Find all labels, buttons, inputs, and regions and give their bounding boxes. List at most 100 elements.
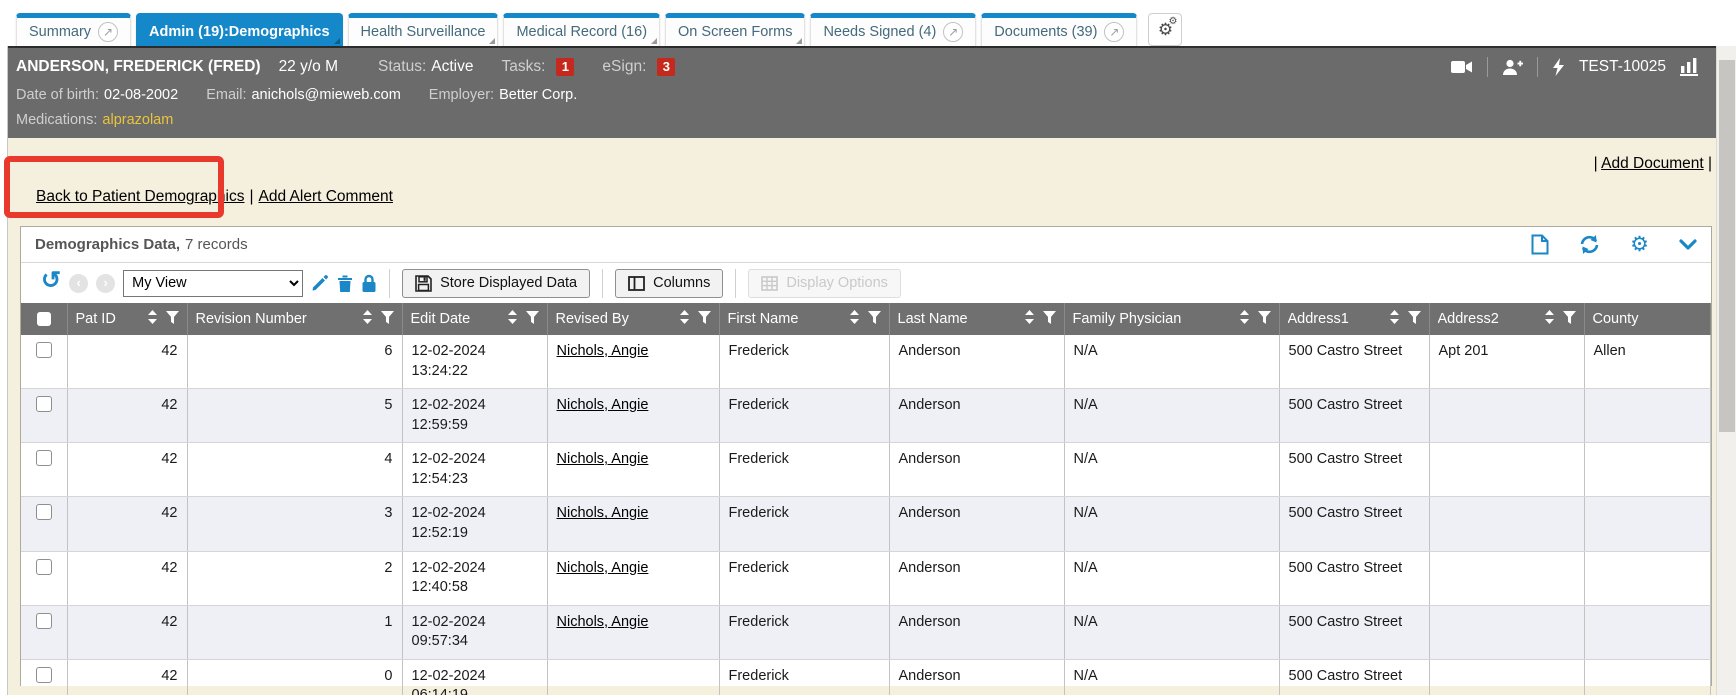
sort-icon[interactable] bbox=[1025, 310, 1034, 328]
lightning-bolt-icon bbox=[1552, 58, 1565, 76]
tab-dropdown-corner-icon bbox=[796, 38, 802, 44]
new-document-button[interactable] bbox=[1531, 234, 1549, 255]
tab-health-surveillance[interactable]: Health Surveillance bbox=[348, 13, 499, 46]
column-header-address1[interactable]: Address1 bbox=[1279, 303, 1429, 335]
save-icon bbox=[415, 275, 432, 292]
email-label: Email: bbox=[206, 87, 246, 103]
separator: | bbox=[250, 188, 254, 206]
revised-by-link[interactable]: Nichols, Angie bbox=[557, 397, 649, 413]
column-header-revision-number[interactable]: Revision Number bbox=[187, 303, 402, 335]
tab-medical-record-16[interactable]: Medical Record (16) bbox=[503, 13, 660, 46]
cell-last-name: Anderson bbox=[889, 659, 1064, 695]
sort-icon[interactable] bbox=[148, 310, 157, 328]
tab-needs-signed-4[interactable]: Needs Signed (4)↗ bbox=[810, 13, 976, 46]
quick-action-button[interactable] bbox=[1552, 58, 1565, 76]
table-row: 42112-02-2024 09:57:34Nichols, AngieFred… bbox=[21, 605, 1711, 659]
reset-view-icon[interactable]: ↺ bbox=[41, 270, 61, 292]
back-to-demographics-link[interactable]: Back to Patient Demographics bbox=[36, 188, 245, 206]
row-checkbox[interactable] bbox=[36, 667, 52, 683]
open-in-new-icon[interactable]: ↗ bbox=[1104, 22, 1124, 42]
column-header-pat-id[interactable]: Pat ID bbox=[67, 303, 187, 335]
row-checkbox[interactable] bbox=[36, 342, 52, 358]
sort-icon[interactable] bbox=[1545, 310, 1554, 328]
demographics-panel: Demographics Data,7 records ⚙ ↺ bbox=[20, 226, 1712, 686]
select-all-checkbox[interactable] bbox=[37, 312, 51, 326]
lock-view-button[interactable] bbox=[361, 274, 377, 293]
columns-button[interactable]: Columns bbox=[615, 269, 723, 298]
filter-icon[interactable] bbox=[166, 311, 179, 328]
tab-documents-39[interactable]: Documents (39)↗ bbox=[981, 13, 1137, 46]
cell-address1: 500 Castro Street bbox=[1279, 659, 1429, 695]
video-call-button[interactable] bbox=[1451, 59, 1473, 75]
revised-by-link[interactable]: Nichols, Angie bbox=[557, 505, 649, 521]
tab-on-screen-forms[interactable]: On Screen Forms bbox=[665, 13, 805, 46]
column-header-first-name[interactable]: First Name bbox=[719, 303, 889, 335]
dob-label: Date of birth: bbox=[16, 87, 99, 103]
row-checkbox[interactable] bbox=[36, 396, 52, 412]
column-header-county[interactable]: County bbox=[1584, 303, 1711, 335]
chart-settings-button[interactable]: ⚙⚙ bbox=[1148, 13, 1182, 46]
column-header-edit-date[interactable]: Edit Date bbox=[402, 303, 547, 335]
filter-icon[interactable] bbox=[698, 311, 711, 328]
row-select-cell bbox=[21, 605, 67, 659]
esign-badge[interactable]: 3 bbox=[657, 58, 675, 76]
edit-view-button[interactable] bbox=[311, 274, 329, 292]
column-header-address2[interactable]: Address2 bbox=[1429, 303, 1584, 335]
add-alert-comment-link[interactable]: Add Alert Comment bbox=[259, 188, 393, 206]
sort-icon[interactable] bbox=[680, 310, 689, 328]
filter-icon[interactable] bbox=[1408, 311, 1421, 328]
cell-revised-by: Nichols, Angie bbox=[547, 389, 719, 443]
sort-icon[interactable] bbox=[1240, 310, 1249, 328]
filter-icon[interactable] bbox=[381, 311, 394, 328]
row-checkbox[interactable] bbox=[36, 450, 52, 466]
medications-value[interactable]: alprazolam bbox=[102, 112, 173, 128]
row-checkbox[interactable] bbox=[36, 504, 52, 520]
revised-by-link[interactable]: Nichols, Angie bbox=[557, 343, 649, 359]
flowsheet-button[interactable] bbox=[1680, 58, 1698, 76]
scrollbar-thumb[interactable] bbox=[1719, 60, 1735, 432]
filter-icon[interactable] bbox=[868, 311, 881, 328]
filter-icon[interactable] bbox=[1563, 311, 1576, 328]
select-all-header[interactable] bbox=[21, 303, 67, 335]
column-header-revised-by[interactable]: Revised By bbox=[547, 303, 719, 335]
status-label: Status: bbox=[378, 58, 426, 76]
sort-icon[interactable] bbox=[363, 310, 372, 328]
page-scrollbar bbox=[1716, 46, 1736, 695]
view-select[interactable]: My View bbox=[123, 270, 303, 297]
row-checkbox[interactable] bbox=[36, 613, 52, 629]
store-displayed-data-button[interactable]: Store Displayed Data bbox=[402, 269, 590, 298]
column-label: Edit Date bbox=[411, 311, 504, 327]
cell-county bbox=[1584, 443, 1711, 497]
add-person-button[interactable] bbox=[1502, 59, 1523, 76]
sort-icon[interactable] bbox=[850, 310, 859, 328]
tasks-label: Tasks: bbox=[501, 58, 545, 76]
tasks-badge[interactable]: 1 bbox=[556, 58, 574, 76]
delete-view-button[interactable] bbox=[337, 274, 353, 293]
prev-view-icon[interactable]: ‹ bbox=[69, 274, 88, 293]
tab-summary[interactable]: Summary↗ bbox=[16, 13, 131, 46]
column-header-last-name[interactable]: Last Name bbox=[889, 303, 1064, 335]
open-in-new-icon[interactable]: ↗ bbox=[98, 22, 118, 42]
filter-icon[interactable] bbox=[1258, 311, 1271, 328]
next-view-icon[interactable]: › bbox=[96, 274, 115, 293]
filter-icon[interactable] bbox=[1043, 311, 1056, 328]
add-document-link[interactable]: Add Document bbox=[1601, 155, 1704, 172]
filter-icon[interactable] bbox=[526, 311, 539, 328]
revised-by-link[interactable]: Nichols, Angie bbox=[557, 614, 649, 630]
cell-revision-number: 3 bbox=[187, 497, 402, 551]
tab-admin-19-demographics[interactable]: Admin (19):Demographics bbox=[136, 13, 342, 46]
cell-family-physician: N/A bbox=[1064, 335, 1279, 389]
refresh-button[interactable] bbox=[1579, 235, 1600, 254]
cell-county bbox=[1584, 497, 1711, 551]
revised-by-link[interactable]: Nichols, Angie bbox=[557, 560, 649, 576]
cell-address2: Apt 201 bbox=[1429, 335, 1584, 389]
column-header-family-physician[interactable]: Family Physician bbox=[1064, 303, 1279, 335]
open-in-new-icon[interactable]: ↗ bbox=[943, 22, 963, 42]
revised-by-link[interactable]: Nichols, Angie bbox=[557, 451, 649, 467]
sort-icon[interactable] bbox=[1390, 310, 1399, 328]
panel-settings-button[interactable]: ⚙ bbox=[1630, 235, 1649, 255]
separator: | bbox=[1704, 155, 1712, 172]
collapse-panel-button[interactable] bbox=[1679, 239, 1697, 250]
sort-icon[interactable] bbox=[508, 310, 517, 328]
row-checkbox[interactable] bbox=[36, 559, 52, 575]
